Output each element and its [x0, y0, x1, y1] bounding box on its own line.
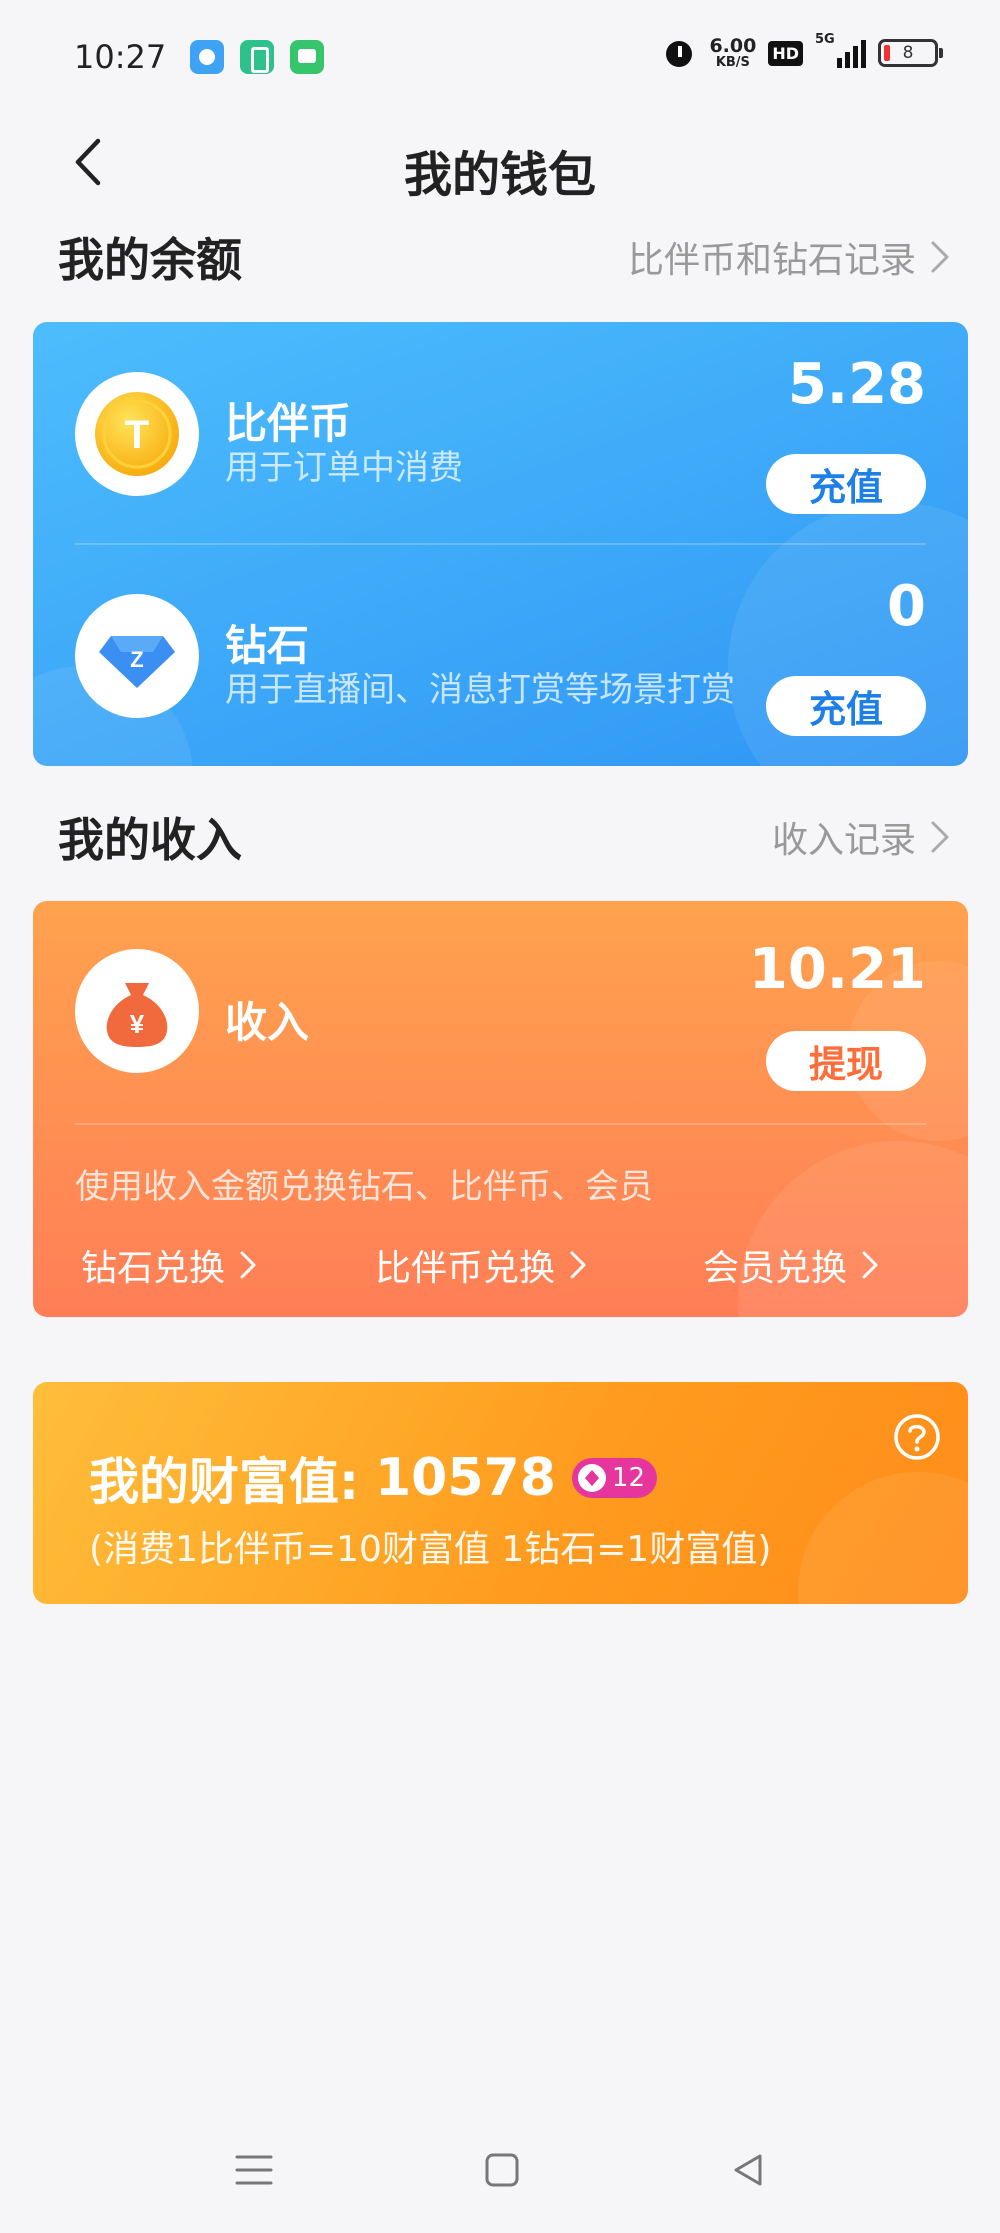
diamond-icon: Z: [99, 636, 175, 688]
money-bag-icon: ¥: [106, 983, 168, 1047]
coin-recharge-button[interactable]: 充值: [766, 454, 926, 514]
battery-icon: 8: [878, 39, 943, 67]
app-notification-icon: [240, 40, 274, 74]
wealth-level-badge: 12: [571, 1458, 658, 1498]
card-divider: [75, 1123, 926, 1125]
wealth-card: 我的财富值: 10578 12 (消费1比伴币=10财富值 1钻石=1财富值): [33, 1382, 968, 1604]
income-exchange-desc: 使用收入金额兑换钻石、比伴币、会员: [75, 1167, 653, 1207]
net-speed-unit: KB/S: [715, 55, 750, 70]
signal-bar: [837, 58, 842, 68]
income-amount: 10.21: [748, 937, 926, 1002]
chevron-right-icon: [931, 821, 949, 853]
coin-desc: 用于订单中消费: [225, 448, 463, 488]
network-type: 5G: [815, 32, 835, 47]
menu-button[interactable]: [224, 2140, 284, 2200]
signal-bar: [853, 46, 858, 68]
coin-row: T 比伴币 用于订单中消费 5.28 充值: [33, 322, 968, 544]
income-title: 我的收入: [58, 813, 242, 867]
money-bag-symbol: ¥: [130, 1009, 145, 1039]
money-bag-icon-disc: ¥: [75, 949, 199, 1073]
balance-title: 我的余额: [58, 233, 242, 287]
signal-bar: [861, 40, 866, 68]
app-notification-icon: [190, 40, 224, 74]
status-bar: 10:27 6.00 KB/S HD 5G 8: [0, 0, 1000, 115]
chevron-right-icon: [570, 1251, 586, 1279]
diamond-icon-disc: Z: [75, 594, 199, 718]
signal-bar: [845, 52, 850, 68]
home-icon: [485, 2153, 519, 2187]
withdraw-button[interactable]: 提现: [766, 1031, 926, 1091]
coin-icon: T: [95, 392, 179, 476]
wealth-label: 我的财富值:: [89, 1453, 359, 1511]
member-exchange-link[interactable]: 会员兑换: [703, 1239, 879, 1291]
diamond-row: Z 钻石 用于直播间、消息打赏等场景打赏 0 充值: [33, 544, 968, 766]
diamond-amount: 0: [887, 574, 926, 639]
chevron-right-icon: [240, 1251, 256, 1279]
page-title: 我的钱包: [403, 147, 596, 203]
diamond-recharge-button[interactable]: 充值: [766, 676, 926, 736]
net-speed-value: 6.00: [709, 35, 757, 57]
help-icon[interactable]: [892, 1412, 942, 1462]
income-card: ¥ 收入 10.21 提现 使用收入金额兑换钻石、比伴币、会员 钻石兑换 比伴币…: [33, 901, 968, 1317]
balance-section-header: 我的余额 比伴币和钻石记录: [58, 222, 950, 292]
coin-amount: 5.28: [787, 352, 926, 417]
wealth-line: 我的财富值: 10578 12: [89, 1442, 658, 1514]
status-indicators: 6.00 KB/S HD 5G 8: [663, 32, 943, 70]
coin-diamond-records-label: 比伴币和钻石记录: [627, 240, 916, 281]
battery-level: 8: [902, 43, 914, 63]
chevron-right-icon: [931, 241, 949, 273]
home-button[interactable]: [472, 2140, 532, 2200]
diamond-desc: 用于直播间、消息打赏等场景打赏: [225, 670, 735, 710]
back-triangle-icon: [734, 2154, 762, 2186]
back-nav-button[interactable]: [718, 2140, 778, 2200]
card-decoration: [798, 1472, 968, 1604]
network-speed: 6.00 KB/S: [709, 35, 757, 70]
diamond-icon-letter: Z: [130, 647, 143, 672]
income-records-link[interactable]: 收入记录: [772, 811, 950, 863]
notification-icons: [190, 40, 324, 74]
income-label: 收入: [225, 998, 310, 1047]
wealth-level: 12: [611, 1463, 646, 1493]
system-nav-bar: [0, 2130, 1000, 2210]
hd-badge: HD: [768, 40, 803, 66]
status-time: 10:27: [74, 38, 167, 76]
income-section-header: 我的收入 收入记录: [58, 802, 950, 872]
balance-card: T 比伴币 用于订单中消费 5.28 充值 Z 钻石 用于直播间、消息打赏等场景…: [33, 322, 968, 766]
message-notification-icon: [290, 40, 324, 74]
diamond-exchange-label: 钻石兑换: [81, 1248, 226, 1289]
signal-icon: 5G: [815, 32, 866, 68]
diamond-exchange-link[interactable]: 钻石兑换: [81, 1239, 257, 1291]
menu-icon: [235, 2155, 273, 2185]
coin-diamond-records-link[interactable]: 比伴币和钻石记录: [628, 231, 950, 283]
coin-icon-disc: T: [75, 372, 199, 496]
coin-exchange-label: 比伴币兑换: [375, 1248, 556, 1289]
wealth-value: 10578: [375, 1448, 556, 1508]
wealth-note: (消费1比伴币=10财富值 1钻石=1财富值): [89, 1529, 772, 1570]
coin-icon-letter: T: [125, 413, 149, 457]
level-gem-icon: [577, 1464, 606, 1492]
member-exchange-label: 会员兑换: [703, 1248, 848, 1289]
chevron-right-icon: [862, 1251, 878, 1279]
coin-exchange-link[interactable]: 比伴币兑换: [375, 1239, 587, 1291]
income-records-label: 收入记录: [771, 820, 916, 861]
header: 我的钱包: [0, 115, 1000, 210]
alarm-icon: [663, 36, 697, 70]
